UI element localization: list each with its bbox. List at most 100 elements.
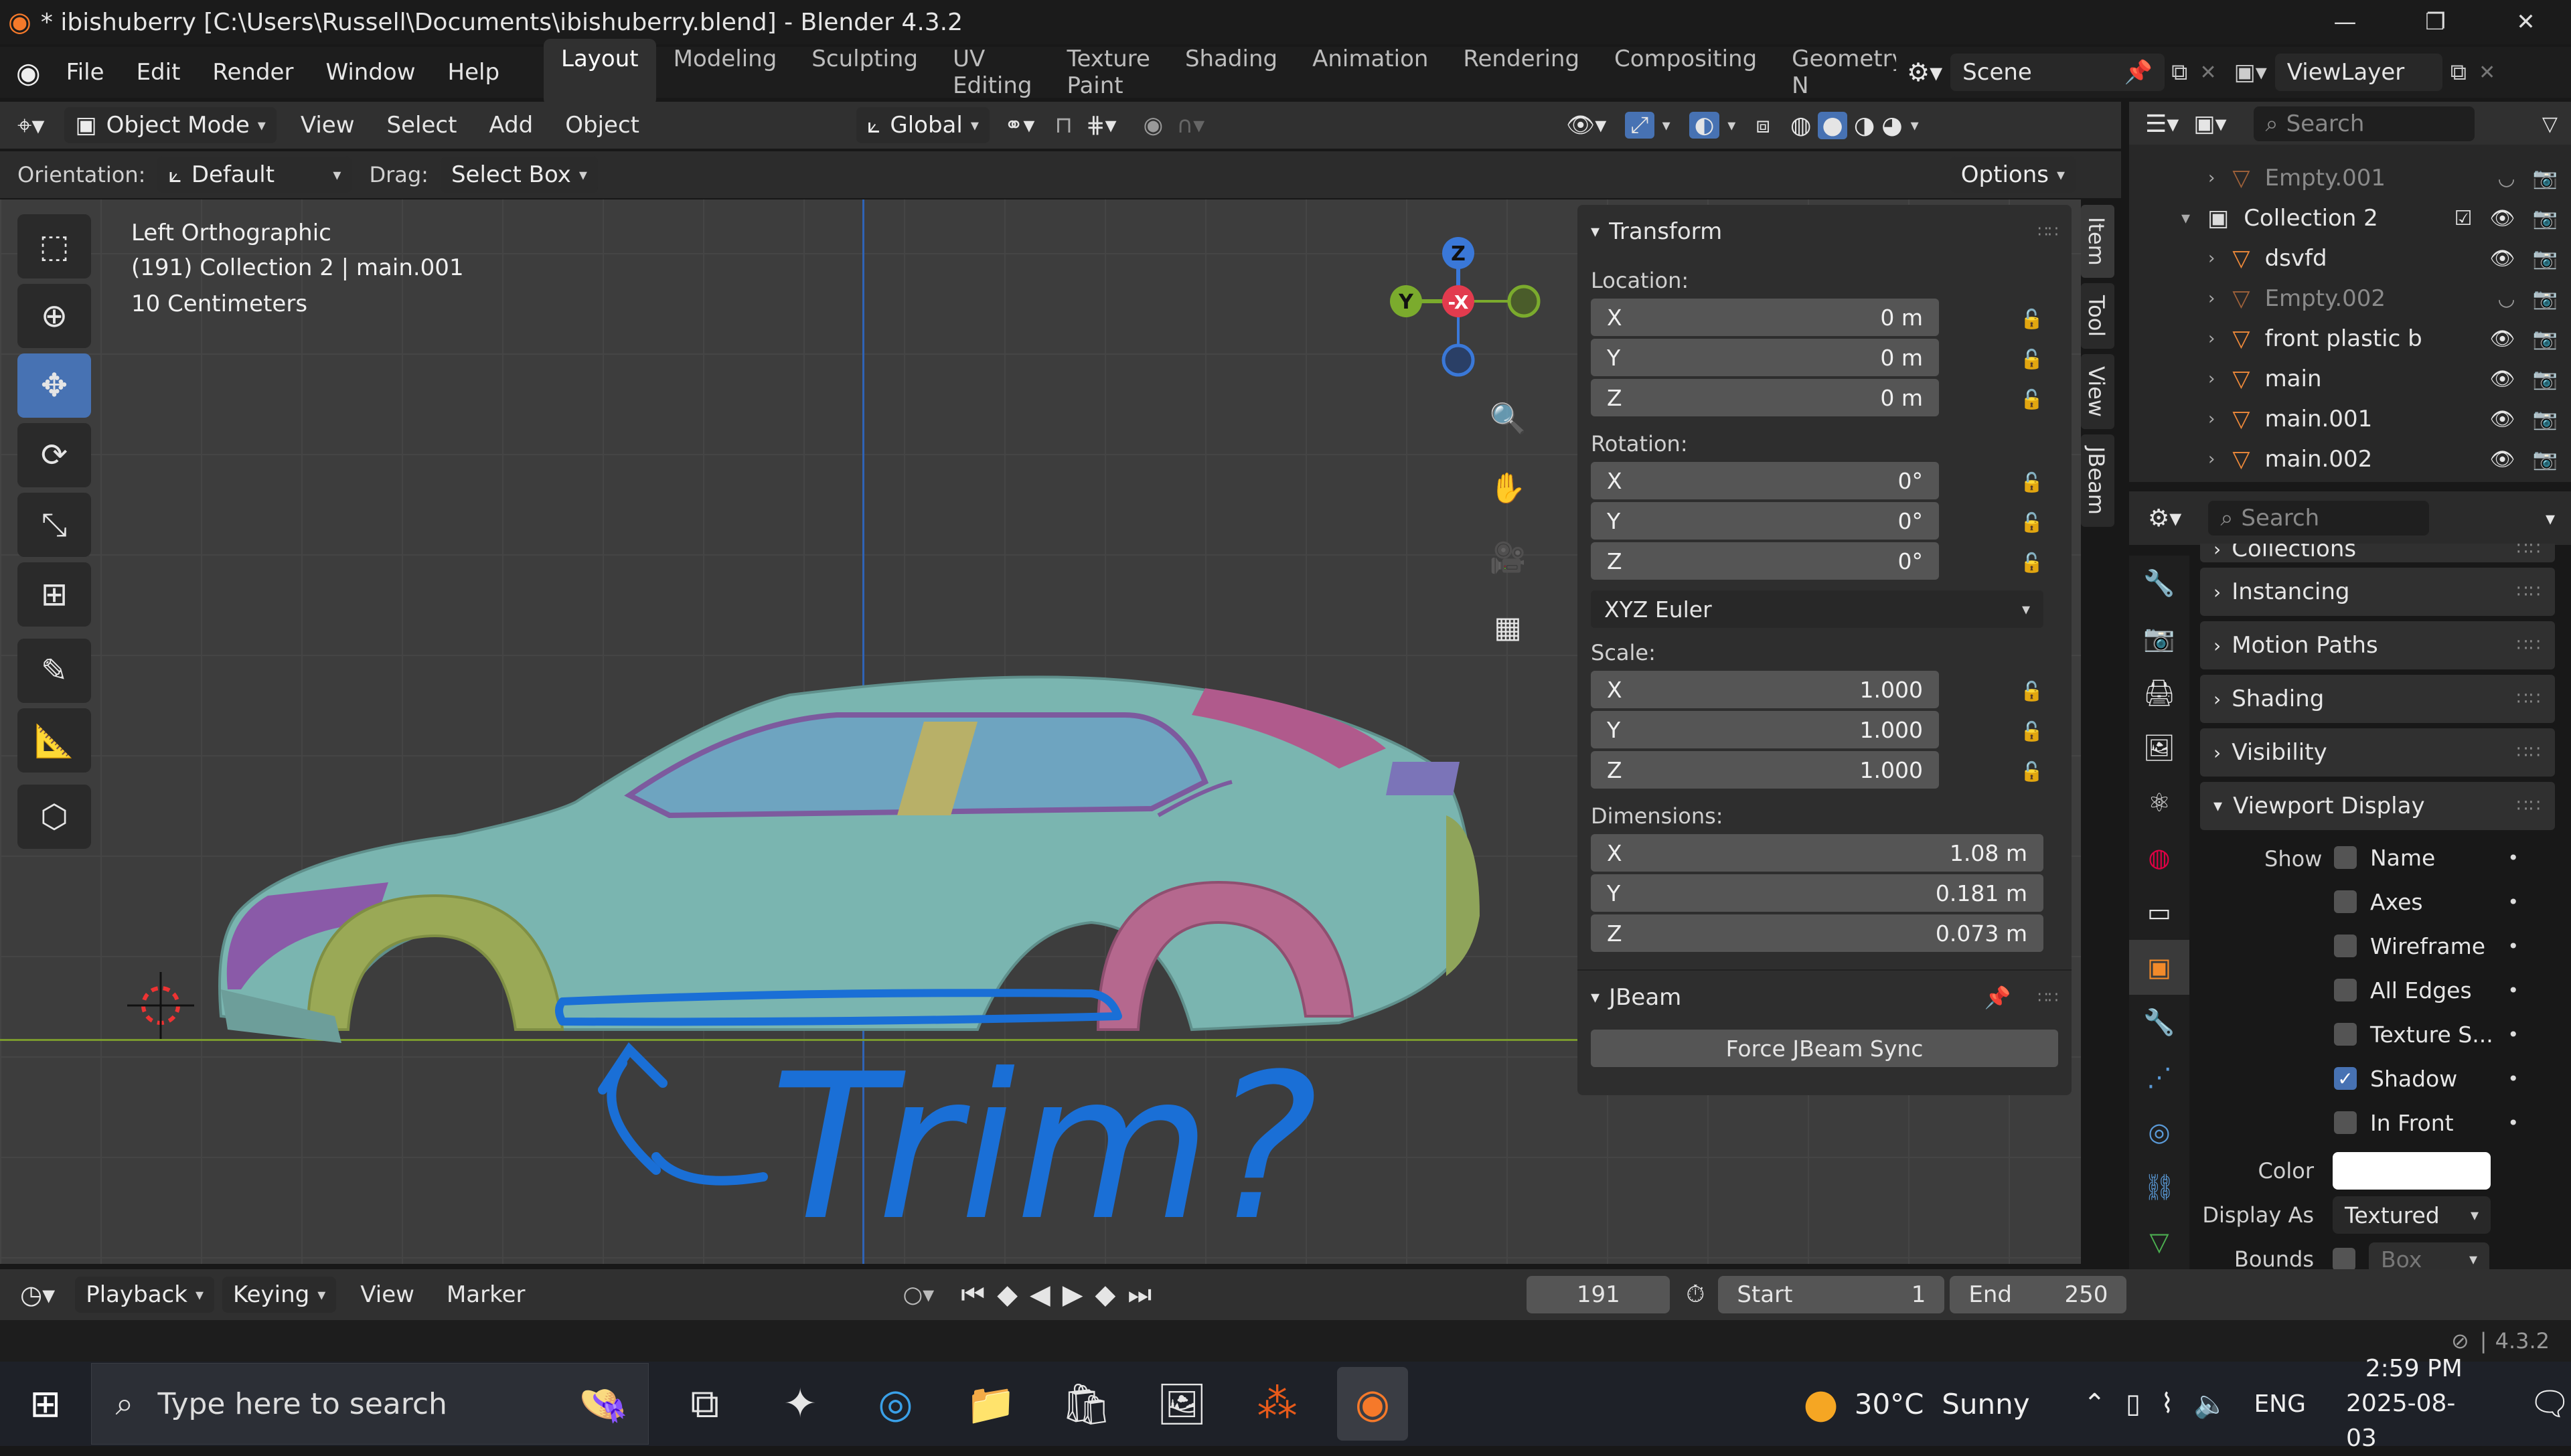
lock-icon[interactable]: 🔓	[2020, 471, 2043, 493]
select-box-tool-icon[interactable]: ⬚	[17, 214, 91, 278]
viewport-display-header[interactable]: ▾ Viewport Display ∷∷	[2200, 782, 2555, 830]
constraints-properties-icon[interactable]: ⛓	[2129, 1159, 2189, 1214]
camera-view-icon[interactable]: 🎥	[1481, 528, 1535, 588]
render-properties-icon[interactable]: 📷	[2129, 611, 2189, 665]
new-view-layer-icon[interactable]: ⧉	[2450, 59, 2467, 86]
checkbox[interactable]: ✓	[2334, 1067, 2357, 1090]
editor-type-icon[interactable]: ⌖▾	[17, 110, 44, 141]
section-motion-paths[interactable]: › Motion Paths ∷∷	[2200, 621, 2555, 669]
section-instancing[interactable]: › Instancing ∷∷	[2200, 568, 2555, 616]
checkbox-icon[interactable]: ☑	[2455, 207, 2473, 230]
blender-taskbar-icon[interactable]: ◉	[1336, 1367, 1409, 1441]
location-z-field[interactable]: Z 0 m	[1591, 379, 1939, 416]
eye-icon[interactable]: 👁	[2490, 368, 2515, 391]
camera-icon[interactable]: 📷	[2533, 207, 2558, 230]
lock-icon[interactable]: 🔓	[2020, 720, 2043, 742]
menu-file[interactable]: File	[50, 59, 121, 86]
camera-icon[interactable]: 📷	[2533, 287, 2558, 311]
shading-rendered-icon[interactable]: ◕	[1881, 112, 1902, 139]
menu-render[interactable]: Render	[196, 59, 309, 86]
show-option-row[interactable]: In Front •	[2334, 1101, 2555, 1145]
preview-range-icon[interactable]: ⏱	[1686, 1281, 1705, 1309]
shading-solid-icon[interactable]: ●	[1818, 111, 1847, 139]
dimensions-z-field[interactable]: Z 0.073 m	[1591, 914, 2043, 952]
drag-grip-icon[interactable]: ∷∷	[2517, 742, 2542, 762]
tab-tool[interactable]: Tool	[2081, 282, 2114, 349]
lock-icon[interactable]: 🔓	[2020, 760, 2043, 783]
maximize-button[interactable]: ❐	[2390, 9, 2481, 35]
modifier-properties-icon[interactable]: 🔧	[2129, 995, 2189, 1050]
checkbox[interactable]	[2334, 979, 2357, 1001]
transform-tool-icon[interactable]: ⊞	[17, 562, 91, 627]
shading-wireframe-icon[interactable]: ◍	[1790, 112, 1811, 139]
hidden-eye-icon[interactable]: ◡	[2497, 167, 2515, 190]
scene-selector[interactable]: Scene 📌	[1950, 54, 2165, 91]
outliner-search-input[interactable]: ⌕ Search	[2253, 106, 2475, 141]
jump-start-icon[interactable]: ⏮	[961, 1279, 985, 1310]
outliner-item[interactable]: › ▽ Empty.002 ◡ 📷	[2129, 278, 2571, 319]
outliner-item[interactable]: › ▽ Empty.001 ◡ 📷	[2129, 158, 2571, 198]
chevron-right-icon[interactable]: ›	[2208, 409, 2215, 429]
options-dropdown[interactable]: Options ▾	[1950, 157, 2076, 193]
transform-panel-header[interactable]: ▾ Transform ∷∷	[1577, 205, 2072, 258]
checkbox[interactable]	[2334, 846, 2357, 869]
keyframe-dot-icon[interactable]: •	[2507, 979, 2519, 1001]
volume-icon[interactable]: 🔈	[2194, 1388, 2228, 1420]
show-option-row[interactable]: Texture S... •	[2334, 1012, 2555, 1056]
start-frame-field[interactable]: Start 1	[1718, 1276, 1945, 1313]
tab-sculpting[interactable]: Sculpting	[794, 39, 935, 106]
show-option-row[interactable]: ✓ Shadow •	[2334, 1056, 2555, 1101]
wifi-icon[interactable]: ⌇	[2161, 1388, 2174, 1419]
rotation-z-field[interactable]: Z 0°	[1591, 542, 1939, 580]
xray-toggle-icon[interactable]: ⧈	[1756, 112, 1770, 139]
menu-help[interactable]: Help	[432, 59, 516, 86]
tab-item[interactable]: Item	[2081, 205, 2114, 278]
keyframe-dot-icon[interactable]: •	[2507, 1024, 2519, 1046]
shading-options-icon[interactable]: ▾	[1911, 116, 1919, 135]
checkbox[interactable]	[2334, 1111, 2357, 1134]
eye-icon[interactable]: 👁	[2490, 207, 2515, 230]
cursor-tool-icon[interactable]: ⊕	[17, 284, 91, 348]
show-option-row[interactable]: All Edges •	[2334, 968, 2555, 1012]
jbeam-panel-header[interactable]: ▾ JBeam 📌 ∷∷	[1577, 971, 2072, 1024]
drag-grip-icon[interactable]: ∷∷	[2517, 689, 2542, 709]
proportional-edit-icon[interactable]: ◉	[1144, 112, 1164, 139]
lock-icon[interactable]: 🔓	[2020, 680, 2043, 702]
timeline-editor-icon[interactable]: ◷▾	[20, 1280, 55, 1309]
object-properties-icon[interactable]: ▣	[2129, 940, 2189, 995]
menu-edit[interactable]: Edit	[121, 59, 197, 86]
rotation-y-field[interactable]: Y 0°	[1591, 502, 1939, 540]
play-icon[interactable]: ▶	[1063, 1279, 1083, 1310]
end-frame-field[interactable]: End 250	[1950, 1276, 2127, 1313]
transform-orientation-dropdown[interactable]: ⟀ Global ▾	[856, 107, 990, 143]
tool-properties-icon[interactable]: 🔧	[2129, 556, 2189, 611]
play-reverse-icon[interactable]: ◀	[1030, 1279, 1050, 1310]
force-jbeam-sync-button[interactable]: Force JBeam Sync	[1591, 1030, 2058, 1067]
checkbox[interactable]	[2334, 890, 2357, 913]
network-app-icon[interactable]: ⁂	[1241, 1367, 1313, 1441]
pivot-point-icon[interactable]: ⚭▾	[1004, 112, 1035, 139]
next-keyframe-icon[interactable]: ◆	[1095, 1279, 1116, 1310]
tray-device-icon[interactable]: ▯	[2126, 1388, 2140, 1419]
outliner-item[interactable]: › ▽ main 👁 📷	[2129, 359, 2571, 399]
tab-modeling[interactable]: Modeling	[656, 39, 795, 106]
drag-grip-icon[interactable]: ∷∷	[2517, 635, 2542, 655]
pin-icon[interactable]: 📌	[2124, 59, 2153, 86]
menu-window[interactable]: Window	[309, 59, 431, 86]
outliner-item[interactable]: › ▽ main.001 👁 📷	[2129, 399, 2571, 439]
view-layer-properties-icon[interactable]: 🖼	[2129, 720, 2189, 775]
camera-icon[interactable]: 📷	[2533, 368, 2558, 391]
gizmo-x-label[interactable]: -X	[1448, 291, 1469, 313]
lock-icon[interactable]: 🔓	[2020, 511, 2043, 534]
outliner-editor-icon[interactable]: ☰▾	[2145, 110, 2179, 138]
pin-icon[interactable]: 📌	[1984, 985, 2011, 1010]
section-visibility[interactable]: › Visibility ∷∷	[2200, 728, 2555, 777]
outliner-item[interactable]: ▾ ▣ Collection 2 ☑ 👁 📷	[2129, 198, 2571, 238]
scene-icon[interactable]: ⚙▾	[1907, 58, 1942, 87]
filter-icon[interactable]: ▽	[2542, 112, 2558, 136]
scale-x-field[interactable]: X 1.000	[1591, 671, 1939, 708]
collection-properties-icon[interactable]: ▭	[2129, 885, 2189, 940]
section-collections[interactable]: › Collections ∷∷	[2200, 544, 2555, 562]
auto-keying-icon[interactable]: ○▾	[903, 1281, 934, 1308]
chevron-down-icon[interactable]: ▾	[2181, 208, 2190, 228]
